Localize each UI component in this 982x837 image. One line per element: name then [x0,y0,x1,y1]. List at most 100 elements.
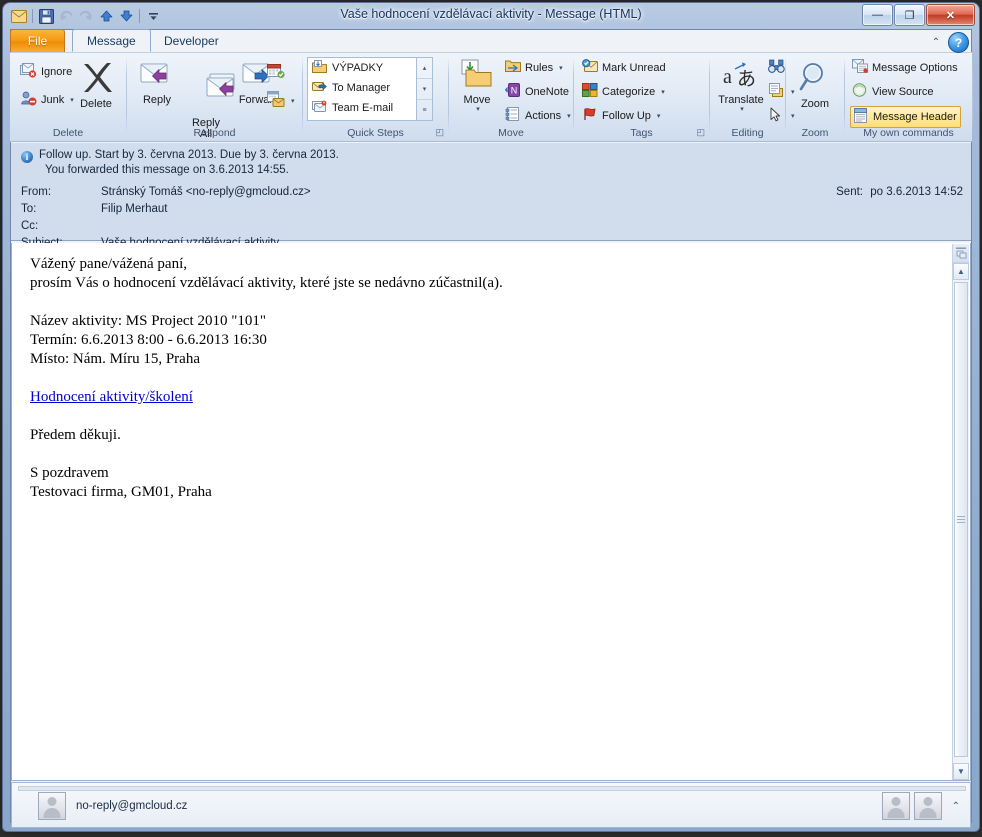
quick-steps-scroll-down[interactable]: ▾ [417,79,432,100]
svg-text:あ: あ [737,68,756,89]
group-label-tags: Tags [630,127,653,139]
more-respond-icon [267,91,285,110]
find-button[interactable] [768,59,785,77]
ribbon-group-move: Move ▾ Rules ▾ N OneNote Actions ▾ Move [449,53,574,141]
avatar-thumb-1[interactable] [881,792,910,820]
move-dropdown-icon[interactable]: ▾ [476,106,480,113]
message-options-button[interactable]: Message Options [852,59,958,76]
translate-dropdown-icon[interactable]: ▾ [740,106,744,113]
ignore-button[interactable]: Ignore [20,63,72,81]
rules-dropdown-icon[interactable]: ▾ [559,64,563,72]
quick-steps-gallery[interactable]: VÝPADKY To Manager Team E-mail [307,57,417,121]
quick-step-team-email[interactable]: Team E-mail [308,98,416,118]
translate-button[interactable]: a あ Translate ▾ [714,61,768,113]
categorize-dropdown-icon[interactable]: ▾ [661,88,665,96]
junk-label: Junk [41,94,65,106]
quick-step-vypadky[interactable]: VÝPADKY [308,58,416,78]
from-label: From: [21,186,52,198]
categorize-button[interactable]: Categorize ▾ [582,83,665,100]
onenote-icon: N [504,83,521,100]
ribbon-group-zoom: Zoom Zoom [786,53,845,141]
junk-button[interactable]: Junk ▾ [20,91,74,109]
move-button[interactable]: Move ▾ [455,59,499,113]
body-part-2: Předem děkuji. S pozdravem Testovaci fir… [30,427,212,500]
follow-up-line: Follow up. Start by 3. června 2013. Due … [39,149,339,161]
meeting-button[interactable] [267,63,285,82]
scroll-down-button[interactable]: ▼ [953,763,969,780]
quick-steps-more[interactable]: ≡ [417,100,432,120]
quick-steps-dialog-launcher[interactable]: ◰ [435,127,444,138]
avatar-thumb-2[interactable] [913,792,942,820]
tab-developer[interactable]: Developer [150,29,233,52]
people-pane: no-reply@gmcloud.cz ⌃ [11,782,971,828]
follow-up-dropdown-icon[interactable]: ▾ [657,112,661,120]
message-body-text[interactable]: Vážený pane/vážená paní, prosím Vás o ho… [30,255,910,502]
ribbon-tabs: File Message Developer [10,29,972,52]
quick-steps-scrollbar[interactable]: ▴ ▾ ≡ [417,57,433,121]
forwarded-line: You forwarded this message on 3.6.2013 1… [45,164,289,176]
ribbon-help-area: ⌃ ? [929,32,969,53]
quick-steps-scroll-up[interactable]: ▴ [417,58,432,79]
view-source-icon [852,83,868,100]
body-scrollbar[interactable]: ▲ ▼ [952,244,969,780]
window-frame: Vaše hodnocení vzdělávací aktivity - Mes… [3,3,979,831]
message-header-icon [853,108,869,126]
tab-message[interactable]: Message [72,29,151,52]
ribbon-group-quick-steps: VÝPADKY To Manager Team E-mail ▴ ▾ ≡ Qui… [303,53,449,141]
message-options-icon [852,59,868,76]
group-label-editing: Editing [731,127,764,139]
mark-unread-icon [582,59,598,76]
onenote-button[interactable]: N OneNote [504,83,570,100]
quick-step-to-manager[interactable]: To Manager [308,78,416,98]
follow-up-label: Follow Up [602,109,651,122]
group-label-my-own-commands: My own commands [863,127,954,139]
tab-file[interactable]: File [10,29,65,52]
group-label-move: Move [498,127,524,139]
onenote-label: OneNote [525,85,570,98]
maximize-button[interactable]: ❐ [894,4,925,26]
tags-dialog-launcher[interactable]: ◰ [696,127,705,138]
people-pane-contact[interactable]: no-reply@gmcloud.cz [38,792,187,820]
rules-button[interactable]: Rules ▾ [505,59,563,76]
translate-label: Translate [718,93,764,106]
ignore-label: Ignore [41,66,73,78]
to-value[interactable]: Filip Merhaut [101,203,167,215]
group-separator-8 [972,57,973,133]
calendar-meeting-icon [267,63,285,82]
more-respond-dropdown-icon[interactable]: ▾ [291,97,295,105]
avatar [38,792,66,820]
actions-dropdown-icon[interactable]: ▾ [567,112,571,120]
zoom-button[interactable]: Zoom [791,61,839,110]
from-value[interactable]: Stránský Tomáš <no-reply@gmcloud.cz> [101,186,311,198]
scroll-thumb-grip [957,514,965,525]
delete-button[interactable]: Delete [72,61,120,110]
title-bar[interactable]: Vaše hodnocení vzdělávací aktivity - Mes… [3,3,979,29]
more-respond-button[interactable]: ▾ [267,91,295,110]
ribbon: ⌃ ? Ignore Junk ▾ Delete Delete Reply Re… [10,32,973,142]
scroll-split-handle[interactable] [953,244,969,263]
help-icon[interactable]: ? [948,32,969,53]
follow-up-button[interactable]: Follow Up ▾ [582,107,660,124]
mark-unread-button[interactable]: Mark Unread [582,59,666,76]
flag-icon [582,107,598,124]
categorize-label: Categorize [602,85,656,98]
view-source-button[interactable]: View Source [852,83,934,100]
collapse-ribbon-icon[interactable]: ⌃ [929,36,943,50]
people-pane-actions: ⌃ [881,792,960,820]
ribbon-group-delete: Ignore Junk ▾ Delete Delete [10,53,127,141]
expand-people-pane-icon[interactable]: ⌃ [952,801,960,812]
delete-x-icon [79,61,113,97]
svg-text:a: a [723,66,732,88]
minimize-button[interactable]: — [862,4,893,26]
people-pane-splitter[interactable] [18,786,966,791]
message-header-pane: i Follow up. Start by 3. června 2013. Du… [11,143,971,249]
scroll-up-button[interactable]: ▲ [953,263,969,280]
actions-button[interactable]: Actions ▾ [505,107,571,124]
scroll-thumb[interactable] [954,282,968,757]
window-title: Vaše hodnocení vzdělávací aktivity - Mes… [340,7,642,21]
window-controls: — ❐ ✕ [862,4,975,26]
evaluation-link[interactable]: Hodnocení aktivity/školení [30,389,193,405]
message-header-toggle[interactable]: Message Header [850,106,961,128]
replace-icon [768,83,785,101]
close-button[interactable]: ✕ [926,4,975,26]
